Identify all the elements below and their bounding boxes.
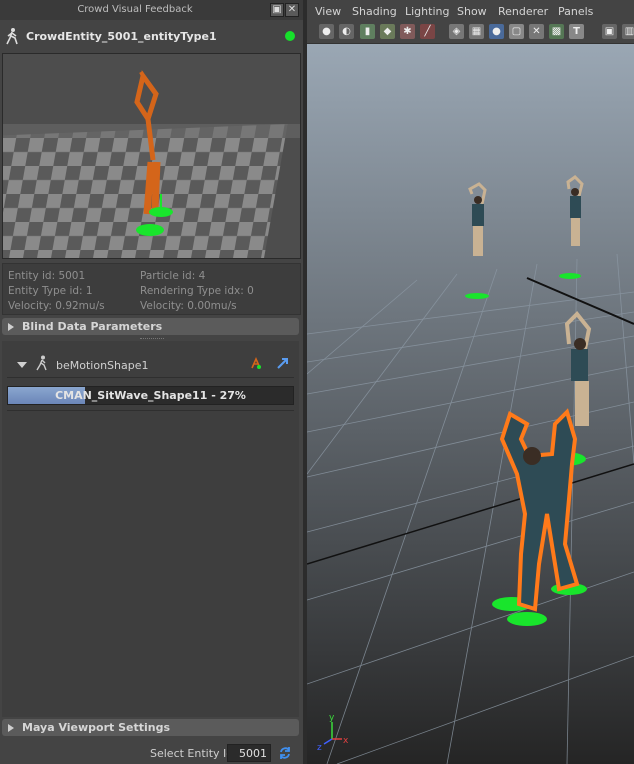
menu-panels[interactable]: Panels [558,5,593,18]
bookmark-icon[interactable]: ▮ [360,24,375,39]
crowd-feedback-panel: Crowd Visual Feedback ▣ ✕ CrowdEntity_50… [0,0,303,764]
rendering-type-idx-label: Rendering Type idx: 0 [140,285,254,297]
cube-icon[interactable]: ▥ [622,24,634,39]
menu-renderer[interactable]: Renderer [498,5,548,18]
maya-viewport-section[interactable]: Maya Viewport Settings [2,719,299,736]
wireframe-icon[interactable]: ◈ [449,24,464,39]
entity-header: CrowdEntity_5001_entityType1 [0,22,303,50]
xray-icon[interactable]: ✕ [529,24,544,39]
resolution-gate-icon[interactable]: ▦ [469,24,484,39]
velocity-secondary-label: Velocity: 0.00mu/s [140,300,237,312]
velocity-label: Velocity: 0.92mu/s [8,300,105,312]
textured-icon[interactable]: ▩ [549,24,564,39]
menu-show[interactable]: Show [457,5,487,18]
select-arrow-icon[interactable] [276,356,290,370]
expand-arrow-icon [8,724,14,732]
text-icon[interactable]: T [569,24,584,39]
menu-lighting[interactable]: Lighting [405,5,449,18]
camera-icon[interactable]: ● [319,24,334,39]
refresh-icon[interactable] [278,745,292,761]
viewport-scene: y x z [307,44,634,764]
entity-type-id-label: Entity Type id: 1 [8,285,93,297]
axis-z-label: z [317,743,322,753]
viewport-menubar: View Shading Lighting Show Renderer Pane… [307,0,634,21]
walking-man-icon [36,355,47,371]
entity-id-label: Entity id: 5001 [8,270,86,282]
blind-data-section[interactable]: Blind Data Parameters [2,318,299,335]
particle-id-label: Particle id: 4 [140,270,206,282]
blind-data-label: Blind Data Parameters [22,320,163,333]
entity-info-box: Entity id: 5001 Particle id: 4 Entity Ty… [2,263,301,315]
camera-attr-icon[interactable]: ◐ [339,24,354,39]
maya-viewport-panel: View Shading Lighting Show Renderer Pane… [307,0,634,764]
preview-scene [3,54,300,258]
skeleton-icon[interactable] [249,356,263,370]
entity-name: CrowdEntity_5001_entityType1 [26,30,217,43]
collapse-arrow-icon[interactable] [17,362,27,368]
walking-man-icon [6,28,18,45]
menu-shading[interactable]: Shading [352,5,397,18]
image-plane-icon[interactable]: ◆ [380,24,395,39]
panel-title: Crowd Visual Feedback [77,4,193,15]
axis-x-label: x [343,736,349,746]
entity-preview-viewport[interactable] [2,53,301,259]
flat-shade-icon[interactable]: ▢ [509,24,524,39]
select-entity-label: Select Entity Id [150,747,234,760]
status-indicator [285,31,295,41]
divider [7,377,294,378]
select-entity-input[interactable]: 5001 [227,744,271,762]
divider [7,410,294,411]
cube-icon[interactable]: ▣ [602,24,617,39]
panel-titlebar: Crowd Visual Feedback ▣ ✕ [0,0,303,20]
motion-shape-name: beMotionShape1 [56,359,149,372]
motion-progress-bar[interactable]: CMAN_SitWave_Shape11 - 27% [7,386,294,405]
smooth-shade-icon[interactable]: ● [489,24,504,39]
maya-viewport-label: Maya Viewport Settings [22,721,171,734]
motion-clip-label: CMAN_SitWave_Shape11 - 27% [55,389,246,402]
3d-viewport[interactable]: y x z [307,44,634,764]
expand-arrow-icon [8,323,14,331]
axis-y-label: y [329,713,335,723]
viewport-toolbar: ● ◐ ▮ ◆ ✱ ╱ ◈ ▦ ● ▢ ✕ ▩ T ▣ ▥ [307,21,634,44]
grid-icon[interactable]: ✱ [400,24,415,39]
dock-icon[interactable]: ▣ [270,3,284,17]
film-gate-icon[interactable]: ╱ [420,24,435,39]
menu-view[interactable]: View [315,5,341,18]
splitter-handle[interactable] [140,338,164,341]
close-icon[interactable]: ✕ [285,3,299,17]
